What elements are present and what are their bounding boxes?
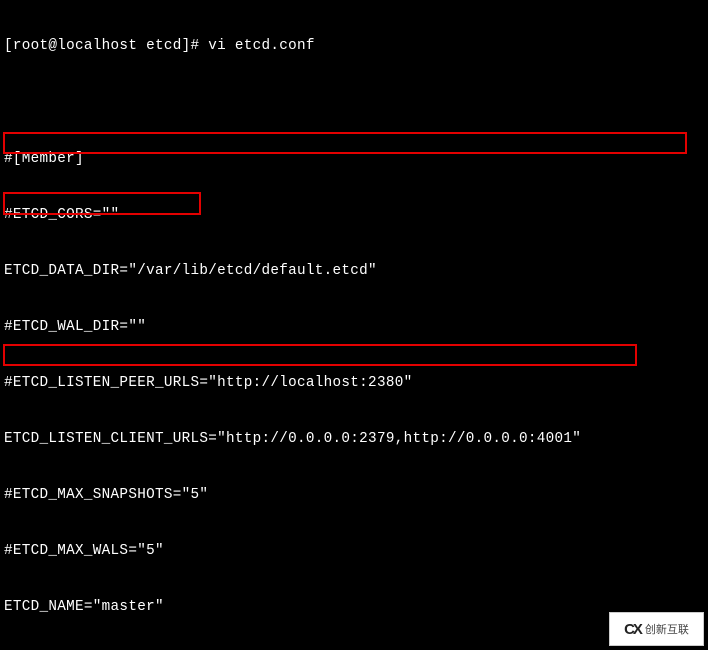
watermark-text: 创新互联 bbox=[645, 621, 689, 637]
terminal-line: #ETCD_LISTEN_PEER_URLS="http://localhost… bbox=[4, 374, 704, 393]
terminal-line: #ETCD_CORS="" bbox=[4, 206, 704, 225]
terminal-line: ETCD_NAME="master" bbox=[4, 598, 704, 617]
terminal-line: #ETCD_WAL_DIR="" bbox=[4, 318, 704, 337]
terminal-line: [root@localhost etcd]# vi etcd.conf bbox=[4, 37, 704, 56]
terminal-line: ETCD_DATA_DIR="/var/lib/etcd/default.etc… bbox=[4, 262, 704, 281]
terminal-line: #ETCD_MAX_WALS="5" bbox=[4, 542, 704, 561]
terminal-line: ETCD_LISTEN_CLIENT_URLS="http://0.0.0.0:… bbox=[4, 430, 704, 449]
watermark-badge: CX 创新互联 bbox=[609, 612, 704, 646]
terminal-output: [root@localhost etcd]# vi etcd.conf #[Me… bbox=[0, 0, 708, 650]
terminal-line bbox=[4, 94, 704, 113]
terminal-line: #[Member] bbox=[4, 150, 704, 169]
watermark-glyph: CX bbox=[624, 621, 641, 638]
terminal-line: #ETCD_MAX_SNAPSHOTS="5" bbox=[4, 486, 704, 505]
